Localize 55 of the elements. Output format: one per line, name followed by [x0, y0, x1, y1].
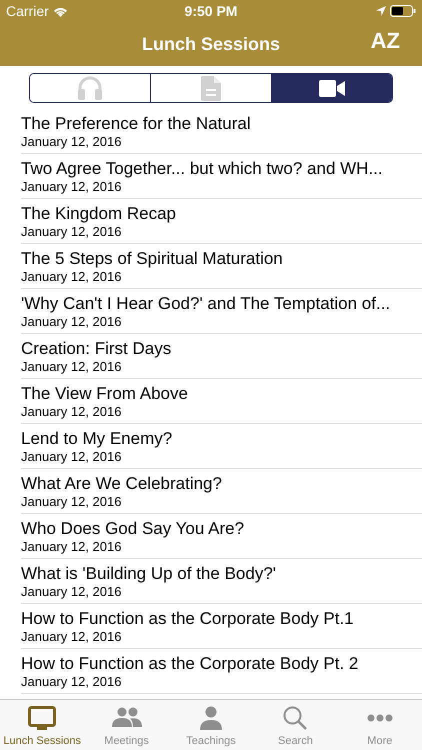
session-row[interactable]: How to Function as the Corporate Body Pt.1 January 12, 2016 [21, 604, 422, 649]
session-date: January 12, 2016 [21, 178, 122, 194]
people-icon [112, 707, 142, 729]
status-time: 9:50 PM [184, 2, 238, 20]
session-row[interactable]: Creation: First Days January 12, 2016 [21, 334, 422, 379]
session-date: January 12, 2016 [21, 268, 122, 284]
session-title: How to Function as the Corporate Body Pt. 2 [21, 654, 360, 674]
session-title: Lend to My Enemy? [21, 428, 174, 448]
session-date: January 12, 2016 [21, 628, 122, 644]
session-row[interactable]: The Kingdom Recap January 12, 2016 [21, 199, 422, 244]
session-row[interactable]: The View From Above January 12, 2016 [21, 379, 422, 424]
session-row[interactable]: The 5 Steps of Spiritual Maturation January 12, 2016 [21, 244, 422, 289]
headphones-icon [77, 76, 103, 100]
session-date: January 12, 2016 [21, 538, 122, 554]
session-title: The View From Above [21, 384, 189, 404]
session-title: How to Function as the Corporate Body Pt.1 [21, 608, 355, 628]
carrier-label: Carrier [6, 2, 49, 20]
session-row[interactable]: The Preference for the Natural January 12, 2016 [21, 109, 422, 154]
document-icon [201, 76, 221, 100]
video-camera-icon [319, 80, 345, 96]
person-icon [200, 706, 222, 730]
location-icon [376, 6, 386, 16]
session-title: The 5 Steps of Spiritual Maturation [21, 248, 284, 268]
session-date: January 12, 2016 [21, 674, 122, 688]
session-title: Creation: First Days [21, 338, 172, 358]
session-date: January 12, 2016 [21, 224, 122, 238]
wifi-icon [52, 6, 68, 16]
session-row[interactable]: What Are We Celebrating? January 12, 2016 [21, 469, 422, 514]
session-title: What Are We Celebrating? [21, 474, 223, 494]
session-row[interactable]: 'Why Can't I Hear God?' and The Temptation of... January 12, 2016 [21, 289, 422, 334]
session-title: 'Why Can't I Hear God?' and The Temptation of... [21, 294, 392, 314]
session-row[interactable]: How to Function as the Corporate Body Pt. 2 January 12, 2016 [21, 649, 422, 694]
monitor-icon [28, 706, 56, 730]
session-title: The Kingdom Recap [21, 204, 177, 224]
screen-title: Lunch Sessions [142, 32, 280, 56]
session-date: January 12, 2016 [21, 314, 122, 328]
session-date: January 12, 2016 [21, 448, 122, 464]
session-title: What is 'Building Up of the Body?' [21, 564, 278, 584]
more-icon [366, 714, 393, 722]
segment-tab[interactable] [271, 74, 392, 102]
session-date: January 12, 2016 [21, 494, 122, 508]
session-row[interactable]: Lend to My Enemy? January 12, 2016 [21, 424, 422, 469]
session-date: January 12, 2016 [21, 134, 122, 148]
session-date: January 12, 2016 [21, 358, 122, 374]
session-title: Two Agree Together... but which two? and WH... [21, 158, 384, 178]
session-row[interactable]: What is 'Building Up of the Body?' January 12, 2016 [21, 559, 422, 604]
session-date: January 12, 2016 [21, 584, 122, 598]
session-title: The Preference for the Natural [21, 114, 252, 134]
session-title: Who Does God Say You Are? [21, 518, 246, 538]
search-icon [283, 706, 308, 730]
session-date: January 12, 2016 [21, 404, 122, 418]
battery-icon [390, 5, 416, 17]
tab-bar-item[interactable]: Lunch Sessions [0, 700, 84, 750]
session-row[interactable]: Who Does God Say You Are? January 12, 2016 [21, 514, 422, 559]
session-row[interactable]: Two Agree Together... but which two? and WH... January 12, 2016 [21, 154, 422, 199]
